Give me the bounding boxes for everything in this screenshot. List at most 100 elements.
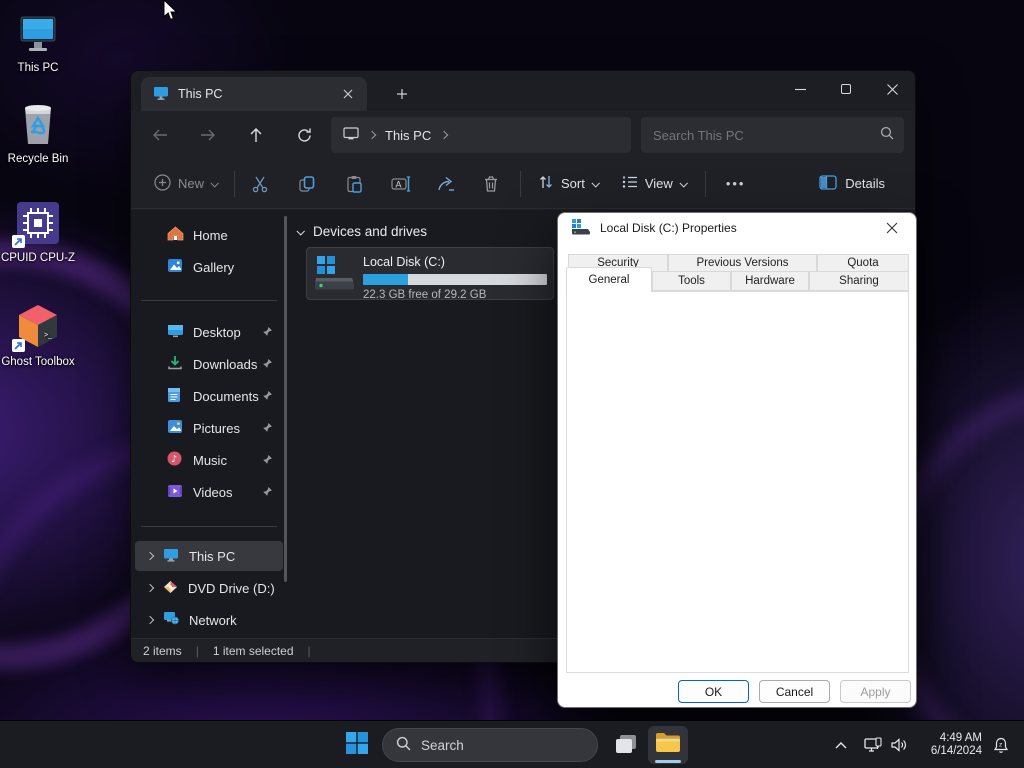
sidebar-item-label: Network: [189, 613, 237, 628]
task-view-button[interactable]: [610, 731, 642, 761]
selection-count: 1 item selected: [213, 644, 294, 658]
sidebar-item-documents[interactable]: Documents: [135, 381, 283, 411]
back-button[interactable]: [143, 119, 177, 151]
svg-text:>_: >_: [44, 332, 52, 339]
minimize-button[interactable]: [777, 71, 823, 107]
desktop-icon-ghost-toolbox[interactable]: >_ Ghost Toolbox: [0, 306, 80, 369]
sidebar-item-gallery[interactable]: Gallery: [135, 252, 283, 282]
tab-general[interactable]: General: [566, 267, 652, 292]
cut-button[interactable]: [243, 167, 277, 201]
explorer-search-box[interactable]: [641, 117, 904, 153]
sidebar-item-label: Music: [193, 453, 227, 468]
tab-quota[interactable]: Quota: [817, 254, 909, 272]
chevron-down-icon: [591, 179, 599, 187]
volume-icon[interactable]: [886, 731, 912, 759]
up-button[interactable]: [239, 119, 273, 151]
taskbar-search-box[interactable]: Search: [382, 728, 598, 762]
more-options-button[interactable]: •••: [714, 176, 758, 191]
properties-dialog: Local Disk (C:) Properties Security Prev…: [557, 212, 917, 708]
dialog-close-button[interactable]: [872, 215, 912, 241]
network-tray-icon[interactable]: [860, 731, 886, 759]
sidebar-item-dvd-drive[interactable]: DVD Drive (D:) V: [135, 573, 283, 603]
rename-button[interactable]: A: [384, 167, 418, 201]
new-button[interactable]: New: [145, 167, 226, 201]
sidebar-item-label: Downloads: [193, 357, 257, 372]
tab-previous-versions[interactable]: Previous Versions: [668, 254, 817, 272]
chevron-right-icon: [368, 131, 376, 139]
downloads-icon: [167, 355, 183, 373]
breadcrumb[interactable]: This PC: [331, 117, 631, 153]
tab-label: Tools: [678, 275, 705, 287]
share-button[interactable]: [429, 167, 463, 201]
navigation-pane: Home Gallery Desktop Downloads Documents: [131, 210, 289, 638]
cancel-button[interactable]: Cancel: [759, 680, 830, 703]
desktop-icon-recycle-bin[interactable]: Recycle Bin: [0, 103, 80, 166]
mouse-cursor: [163, 0, 179, 27]
sidebar-item-label: Pictures: [193, 421, 240, 436]
sidebar-item-home[interactable]: Home: [135, 220, 283, 250]
new-tab-button[interactable]: [389, 81, 415, 107]
desktop-icon-cpuz[interactable]: CPUID CPU-Z: [0, 202, 80, 265]
tab-label: Hardware: [745, 275, 795, 287]
drive-tile-local-disk-c[interactable]: Local Disk (C:) 22.3 GB free of 29.2 GB: [306, 247, 554, 300]
search-icon: [396, 736, 411, 754]
chevron-down-icon: [210, 179, 218, 187]
paste-button[interactable]: [337, 167, 371, 201]
hard-drive-icon: [313, 254, 355, 293]
view-button[interactable]: View: [613, 168, 695, 199]
sidebar-scrollbar[interactable]: [284, 216, 287, 582]
start-button[interactable]: [344, 732, 370, 758]
details-pane-button[interactable]: Details: [819, 175, 885, 193]
sidebar-item-label: Home: [193, 228, 228, 243]
sidebar-item-pictures[interactable]: Pictures: [135, 413, 283, 443]
hidden-icons-chevron[interactable]: [828, 731, 854, 759]
copy-button[interactable]: [290, 167, 324, 201]
sidebar-item-network[interactable]: Network: [135, 605, 283, 635]
sidebar-item-music[interactable]: ♪ Music: [135, 445, 283, 475]
dialog-title: Local Disk (C:) Properties: [600, 221, 737, 235]
monitor-icon: [163, 548, 179, 565]
dvd-icon: [163, 580, 178, 597]
sidebar-item-label: Desktop: [193, 325, 241, 340]
folder-icon: [654, 731, 682, 760]
notification-bell-icon[interactable]: z: [988, 731, 1014, 759]
explorer-tab-strip: This PC: [131, 71, 915, 111]
delete-button[interactable]: [474, 167, 508, 201]
explorer-search-input[interactable]: [653, 128, 880, 143]
section-header-devices-and-drives[interactable]: Devices and drives: [297, 224, 427, 239]
close-button[interactable]: [869, 71, 915, 107]
sidebar-item-downloads[interactable]: Downloads: [135, 349, 283, 379]
toolbar-separator: [705, 171, 706, 197]
items-count: 2 items: [143, 644, 182, 658]
pin-icon: [262, 389, 273, 404]
sidebar-item-this-pc[interactable]: This PC: [135, 541, 283, 571]
maximize-button[interactable]: [823, 71, 869, 107]
section-title: Devices and drives: [313, 224, 427, 239]
chevron-right-icon: [146, 616, 154, 624]
chevron-down-icon: [679, 179, 687, 187]
videos-icon: [167, 484, 183, 501]
apply-button[interactable]: Apply: [840, 680, 911, 703]
tab-sharing[interactable]: Sharing: [809, 271, 909, 291]
sort-button[interactable]: Sort: [529, 167, 607, 200]
view-button-label: View: [645, 176, 673, 191]
gallery-icon: [167, 258, 183, 276]
search-icon: [880, 126, 894, 145]
sidebar-item-videos[interactable]: Videos: [135, 477, 283, 507]
breadcrumb-this-pc[interactable]: This PC: [385, 128, 431, 143]
forward-button[interactable]: [191, 119, 225, 151]
file-explorer-taskbar-button[interactable]: [648, 726, 688, 764]
explorer-tab-this-pc[interactable]: This PC: [141, 77, 367, 111]
desktop-icon-this-pc[interactable]: This PC: [0, 12, 80, 75]
tab-hardware[interactable]: Hardware: [731, 271, 809, 291]
sidebar-item-desktop[interactable]: Desktop: [135, 317, 283, 347]
taskbar-clock[interactable]: 4:49 AM 6/14/2024: [920, 732, 982, 759]
sidebar-item-label: This PC: [189, 549, 235, 564]
ok-button[interactable]: OK: [678, 680, 749, 703]
clock-date: 6/14/2024: [920, 745, 982, 759]
taskbar-search-label: Search: [421, 738, 464, 753]
refresh-button[interactable]: [287, 119, 321, 151]
tab-tools[interactable]: Tools: [652, 271, 731, 291]
maximize-icon: [841, 84, 851, 94]
tab-close-button[interactable]: [337, 83, 359, 105]
